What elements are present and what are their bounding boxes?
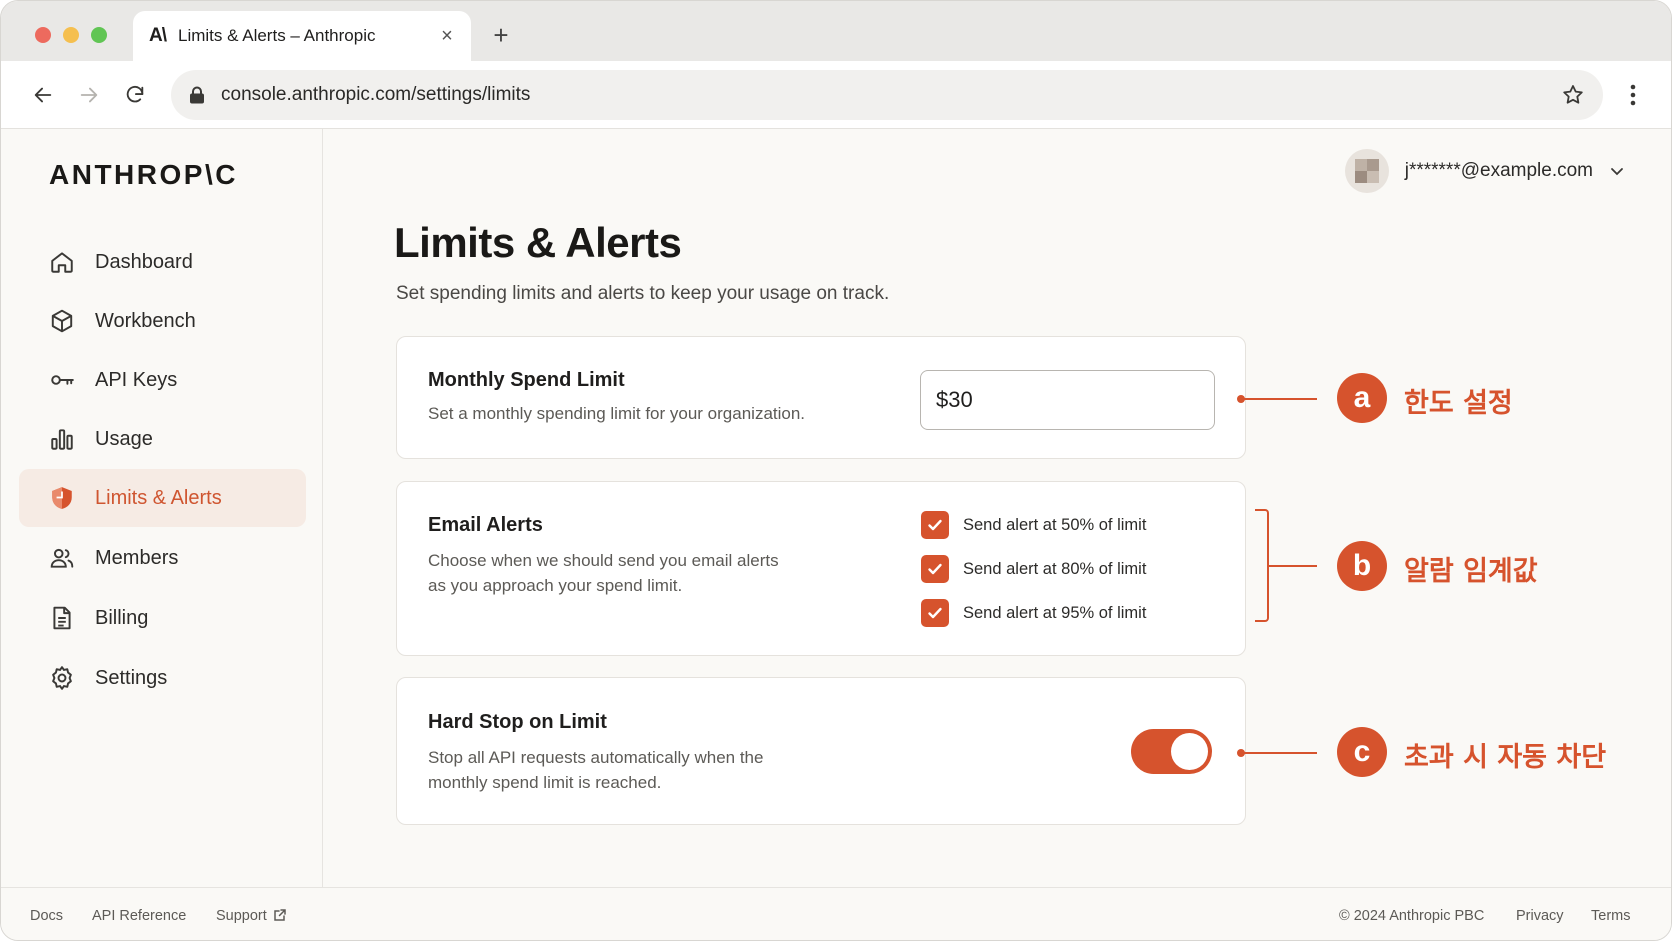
sidebar-item-label: Workbench <box>95 309 196 332</box>
hard-stop-toggle[interactable] <box>1131 729 1212 774</box>
home-icon <box>51 252 73 273</box>
card-title: Monthly Spend Limit <box>428 369 625 391</box>
sidebar-item-settings[interactable]: Settings <box>19 649 306 707</box>
reload-icon <box>126 85 144 103</box>
alert-option-label: Send alert at 95% of limit <box>963 603 1147 622</box>
forward-button[interactable] <box>73 79 105 111</box>
sidebar: ANTHROP\C Dashboard Workbench API Keys U… <box>1 129 323 887</box>
checkbox-checked[interactable] <box>921 511 949 539</box>
tab-title: Limits & Alerts – Anthropic <box>178 26 376 45</box>
footer-link-privacy[interactable]: Privacy <box>1516 908 1564 924</box>
sidebar-item-label: Settings <box>95 666 168 689</box>
annotation-b-line <box>1269 565 1317 567</box>
bookmark-star-icon[interactable] <box>1561 83 1585 107</box>
cube-icon <box>51 309 73 333</box>
alert-option-label: Send alert at 80% of limit <box>963 559 1147 578</box>
arrow-left-icon <box>34 87 52 103</box>
back-button[interactable] <box>27 79 59 111</box>
annotation-c-line <box>1241 752 1317 754</box>
footer: Docs API Reference Support © 2024 Anthro… <box>1 887 1671 940</box>
annotation-a-badge: a <box>1337 373 1387 423</box>
address-bar[interactable]: console.anthropic.com/settings/limits <box>171 70 1603 120</box>
checkmark-icon <box>928 519 942 531</box>
annotation-b-badge: b <box>1337 541 1387 591</box>
main-content: j*******@example.com Limits & Alerts Set… <box>324 129 1671 887</box>
footer-copyright: © 2024 Anthropic PBC <box>1339 908 1485 924</box>
annotation-b-text: 알람 임계값 <box>1404 556 1538 587</box>
browser-menu-icon[interactable] <box>1621 81 1645 109</box>
alert-option-80[interactable]: Send alert at 80% of limit <box>921 555 1146 583</box>
avatar <box>1344 149 1389 193</box>
sidebar-item-members[interactable]: Members <box>19 529 306 587</box>
sidebar-item-label: Dashboard <box>95 250 193 273</box>
reload-button[interactable] <box>119 79 151 111</box>
footer-link-support[interactable]: Support <box>216 908 287 924</box>
sidebar-item-workbench[interactable]: Workbench <box>19 292 306 350</box>
document-icon <box>53 606 71 630</box>
tab-strip: A\ Limits & Alerts – Anthropic × + <box>1 1 1671 61</box>
new-tab-button[interactable]: + <box>487 19 515 51</box>
arrow-right-icon <box>80 87 98 103</box>
maximize-window-button[interactable] <box>91 27 107 43</box>
annotation-c-badge: c <box>1337 727 1387 777</box>
support-label: Support <box>216 908 267 924</box>
alert-option-95[interactable]: Send alert at 95% of limit <box>921 599 1146 627</box>
annotation-a-text: 한도 설정 <box>1404 388 1513 419</box>
sidebar-item-dashboard[interactable]: Dashboard <box>19 233 306 291</box>
annotation-b-bracket <box>1255 509 1269 622</box>
chevron-down-icon <box>1611 168 1623 176</box>
close-window-button[interactable] <box>35 27 51 43</box>
footer-link-docs[interactable]: Docs <box>30 908 63 924</box>
alert-option-50[interactable]: Send alert at 50% of limit <box>921 511 1146 539</box>
tab-close-icon[interactable]: × <box>437 25 457 48</box>
checkmark-icon <box>928 563 942 575</box>
footer-link-api-reference[interactable]: API Reference <box>92 908 186 924</box>
alert-option-label: Send alert at 50% of limit <box>963 515 1147 534</box>
browser-toolbar: console.anthropic.com/settings/limits <box>1 61 1671 129</box>
page-subtitle: Set spending limits and alerts to keep y… <box>396 283 890 304</box>
checkmark-icon <box>928 607 942 619</box>
sidebar-item-limits-alerts[interactable]: Limits & Alerts <box>19 469 306 527</box>
sidebar-item-label: API Keys <box>95 368 178 391</box>
account-menu[interactable]: j*******@example.com <box>1344 149 1625 193</box>
browser-tab[interactable]: A\ Limits & Alerts – Anthropic × <box>133 11 471 61</box>
card-title: Email Alerts <box>428 514 543 536</box>
sidebar-item-label: Usage <box>95 427 153 450</box>
email-alerts-card: Email Alerts Choose when we should send … <box>396 481 1246 656</box>
anthropic-logo[interactable]: ANTHROP\C <box>49 159 238 191</box>
bar-chart-icon <box>51 429 73 450</box>
key-icon <box>51 375 74 385</box>
annotation-a-line <box>1241 398 1317 400</box>
sidebar-item-label: Limits & Alerts <box>95 486 222 509</box>
external-link-icon <box>274 909 286 921</box>
sidebar-item-label: Members <box>95 546 179 569</box>
footer-link-terms[interactable]: Terms <box>1591 908 1630 924</box>
account-email: j*******@example.com <box>1404 160 1593 181</box>
sidebar-item-api-keys[interactable]: API Keys <box>19 351 306 409</box>
anthropic-favicon-icon: A\ <box>149 25 167 46</box>
checkbox-checked[interactable] <box>921 555 949 583</box>
monthly-limit-input[interactable] <box>920 370 1215 430</box>
minimize-window-button[interactable] <box>63 27 79 43</box>
url-text: console.anthropic.com/settings/limits <box>221 84 531 105</box>
checkbox-checked[interactable] <box>921 599 949 627</box>
sidebar-item-label: Billing <box>95 606 149 629</box>
card-description: Choose when we should send you email ale… <box>428 551 779 595</box>
toggle-knob <box>1171 733 1208 770</box>
hard-stop-card: Hard Stop on Limit Stop all API requests… <box>396 677 1246 825</box>
annotation-c-text: 초과 시 자동 차단 <box>1404 742 1607 773</box>
shield-icon <box>52 487 72 509</box>
lock-icon <box>190 86 204 104</box>
page-title: Limits & Alerts <box>394 219 682 266</box>
users-icon <box>50 548 74 568</box>
monthly-spend-card: Monthly Spend Limit Set a monthly spendi… <box>396 336 1246 459</box>
card-title: Hard Stop on Limit <box>428 711 607 733</box>
gear-icon <box>52 666 72 690</box>
sidebar-item-usage[interactable]: Usage <box>19 410 306 468</box>
browser-window: A\ Limits & Alerts – Anthropic × + conso… <box>0 0 1672 941</box>
sidebar-item-billing[interactable]: Billing <box>19 589 306 647</box>
card-description: Set a monthly spending limit for your or… <box>428 404 806 423</box>
card-description: Stop all API requests automatically when… <box>428 748 764 792</box>
